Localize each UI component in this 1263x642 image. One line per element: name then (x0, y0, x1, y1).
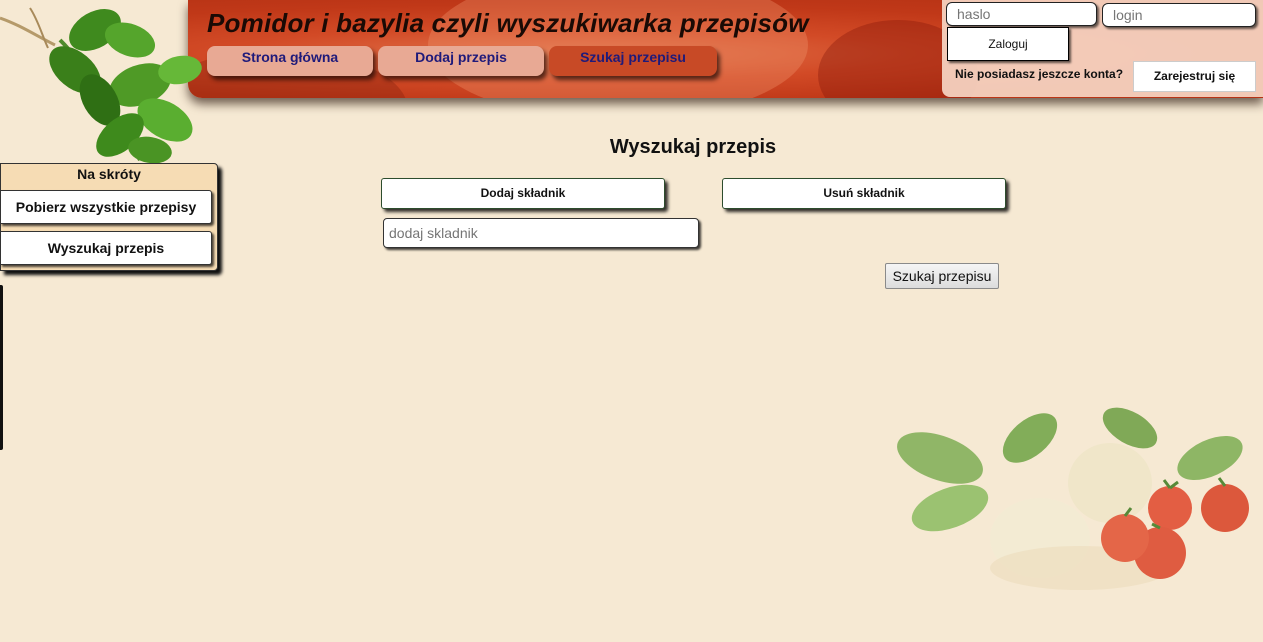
site-title: Pomidor i bazylia czyli wyszukiwarka prz… (207, 8, 809, 38)
sidebar-heading: Na skróty (77, 166, 141, 182)
add-ingredient-button[interactable]: Dodaj składnik (381, 178, 665, 209)
remove-ingredient-button[interactable]: Usuń składnik (722, 178, 1006, 209)
password-field[interactable] (946, 2, 1097, 26)
search-recipe-button[interactable]: Szukaj przepisu (885, 263, 999, 289)
food-decoration-icon (897, 407, 1249, 590)
page-title: Wyszukaj przepis (609, 136, 777, 158)
login-field[interactable] (1102, 3, 1256, 27)
login-button[interactable]: Zaloguj (947, 27, 1069, 61)
tab-home[interactable]: Strona główna (207, 46, 373, 76)
tab-add-recipe[interactable]: Dodaj przepis (378, 46, 544, 76)
no-account-text: Nie posiadasz jeszcze konta? (955, 67, 1124, 81)
sidebar-divider (0, 285, 3, 450)
ingredient-input[interactable] (383, 218, 699, 248)
sidebar-item-search-recipe[interactable]: Wyszukaj przepis (0, 231, 212, 265)
register-button[interactable]: Zarejestruj się (1133, 61, 1256, 92)
tab-search-recipe[interactable]: Szukaj przepisu (549, 46, 717, 76)
sidebar-item-all-recipes[interactable]: Pobierz wszystkie przepisy (0, 190, 212, 224)
